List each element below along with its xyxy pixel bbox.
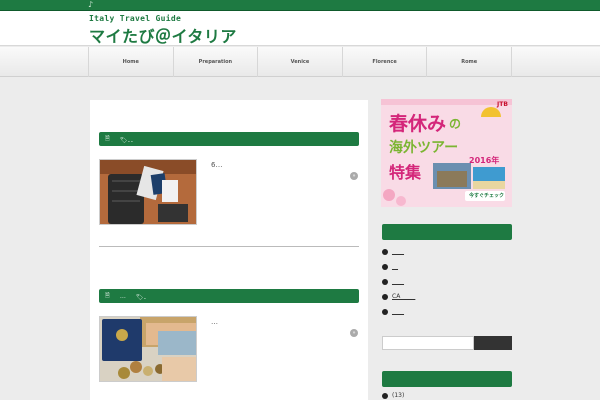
main-nav: Home Preparation Venice Florence Rome: [0, 47, 600, 77]
sidebar-link[interactable]: ____: [392, 248, 404, 255]
sidebar-link[interactable]: ____: [392, 278, 404, 285]
bullet-icon: [382, 278, 388, 285]
sidebar-link[interactable]: ____: [392, 308, 404, 315]
top-bar: ♪: [0, 0, 600, 11]
archive-item[interactable]: (13): [382, 392, 404, 399]
banner-line3: 特集: [389, 163, 422, 182]
read-more-button[interactable]: »: [350, 329, 358, 337]
banner-line1b: の: [449, 117, 462, 131]
post-category-bar[interactable]: 🗎 … 🏷．: [99, 289, 359, 303]
post-divider: [99, 246, 359, 247]
search-input[interactable]: [382, 336, 474, 350]
banner-cta: 今すぐチェック: [469, 193, 505, 199]
list-item[interactable]: ____: [382, 274, 512, 289]
ad-banner-spring-tour[interactable]: JTB 春休み の 海外ツアー 2016年 特集 今すぐチェック: [381, 99, 512, 207]
post-category[interactable]: 🏷．: [136, 292, 150, 301]
post-excerpt: …: [211, 318, 218, 326]
sidebar-link-list: ____ __ ____ CA_____ ____: [382, 244, 512, 319]
bullet-icon: [382, 293, 388, 300]
bullet-icon: [382, 392, 388, 399]
post-meta: …: [119, 292, 126, 300]
nav-home[interactable]: Home: [88, 47, 173, 77]
list-item[interactable]: ____: [382, 304, 512, 319]
read-more-button[interactable]: »: [350, 172, 358, 180]
main-content: 🗎 🏷．． 6… » 🗎 … 🏷． … »: [90, 100, 368, 400]
sidebar-heading: [382, 224, 512, 240]
post-thumbnail-passport-money[interactable]: [99, 316, 197, 382]
banner-line1: 春休み: [389, 113, 447, 135]
post-category[interactable]: 🏷．．: [120, 135, 137, 144]
banner-line2: 海外ツアー: [389, 140, 459, 156]
bullet-icon: [382, 263, 388, 270]
sidebar-link[interactable]: __: [392, 263, 398, 270]
nav-florence[interactable]: Florence: [341, 47, 427, 77]
music-note-icon: ♪: [88, 0, 94, 9]
sidebar-heading: [382, 371, 512, 387]
nav-rome[interactable]: Rome: [426, 47, 512, 77]
search-form: [382, 336, 512, 350]
site-logo[interactable]: マイたび＠イタリア: [89, 23, 237, 47]
sidebar-link[interactable]: CA_____: [392, 293, 415, 300]
banner-year: 2016年: [469, 156, 500, 165]
archive-count[interactable]: (13): [392, 392, 404, 399]
nav-venice[interactable]: Venice: [257, 47, 342, 77]
document-icon: 🗎: [105, 292, 110, 299]
list-item[interactable]: ____: [382, 244, 512, 259]
list-item[interactable]: CA_____: [382, 289, 512, 304]
site-header: Italy Travel Guide マイたび＠イタリア: [0, 11, 600, 46]
brand-label: JTB: [497, 101, 508, 108]
bullet-icon: [382, 248, 388, 255]
site-subtitle: Italy Travel Guide: [89, 14, 182, 23]
bullet-icon: [382, 308, 388, 315]
document-icon: 🗎: [105, 135, 110, 142]
nav-preparation[interactable]: Preparation: [172, 47, 258, 77]
post-thumbnail-luggage[interactable]: [99, 159, 197, 225]
search-button[interactable]: [474, 336, 512, 350]
post-excerpt: 6…: [211, 161, 223, 169]
list-item[interactable]: __: [382, 259, 512, 274]
post-category-bar[interactable]: 🗎 🏷．．: [99, 132, 359, 146]
